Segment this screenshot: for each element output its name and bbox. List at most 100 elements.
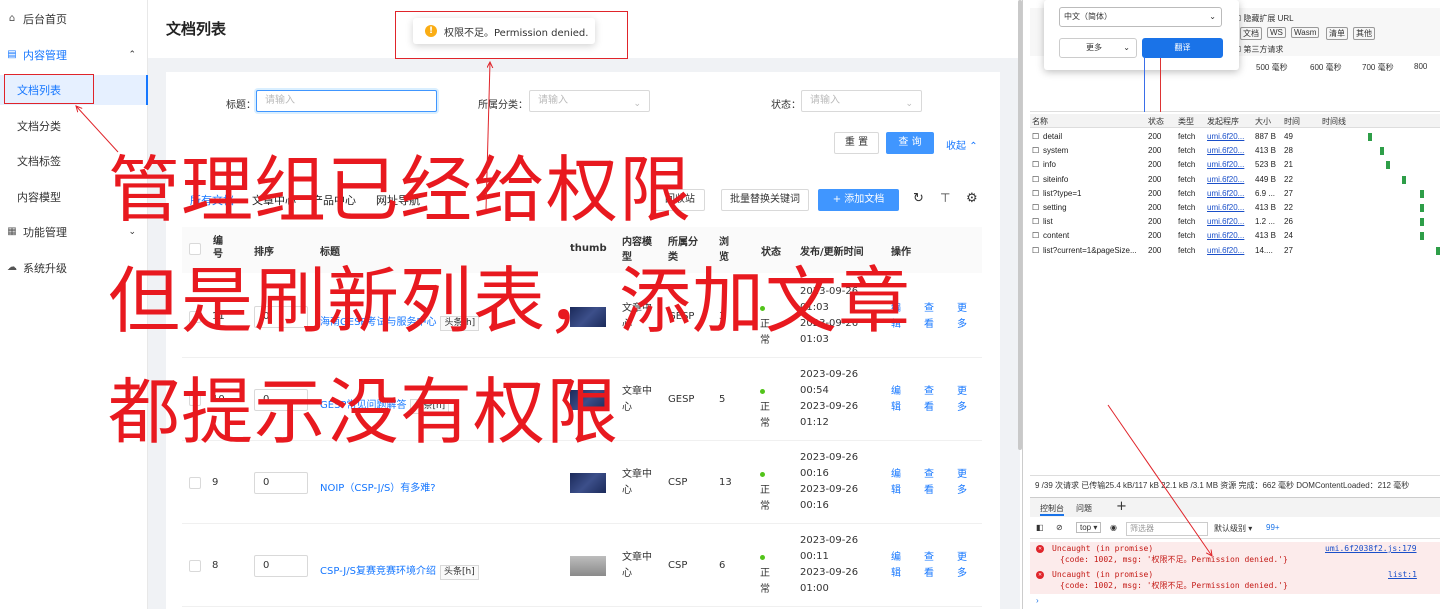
view-link[interactable]: 查看 xyxy=(924,550,936,582)
request-row[interactable]: ☐ setting 200 fetch umi.6f20... 413 B 22 xyxy=(1030,201,1440,215)
initiator-link[interactable]: umi.6f20... xyxy=(1207,146,1244,155)
filter-ws[interactable]: WS xyxy=(1267,27,1286,38)
request-row[interactable]: ☐ info 200 fetch umi.6f20... 523 B 21 xyxy=(1030,158,1440,172)
console-tab[interactable]: 控制台 xyxy=(1040,503,1064,516)
settings-icon[interactable]: ⚙ xyxy=(966,191,978,206)
request-row[interactable]: ☐ list 200 fetch umi.6f20... 1.2 ... 26 xyxy=(1030,215,1440,229)
row-checkbox[interactable] xyxy=(189,477,201,489)
request-row[interactable]: ☐ content 200 fetch umi.6f20... 413 B 24 xyxy=(1030,229,1440,243)
sort-input[interactable]: 0 xyxy=(254,555,308,577)
row-publish-time: 2023-09-26 00:16 xyxy=(800,452,859,479)
eye-icon[interactable]: ◉ xyxy=(1110,523,1117,532)
hide-ext-url-option[interactable]: ☐ 隐藏扩展 URL xyxy=(1234,13,1294,24)
annotation-text-2: 但是刷新列表，添加文章 xyxy=(108,259,912,343)
category-select[interactable]: 请输入 ⌄ xyxy=(529,90,650,112)
initiator-link[interactable]: umi.6f20... xyxy=(1207,175,1244,184)
level-select[interactable]: 默认级别 ▾ xyxy=(1214,523,1252,534)
clear-console-icon[interactable]: ⊘ xyxy=(1056,523,1063,532)
sidebar-item-doc-category[interactable]: 文档分类 xyxy=(0,111,148,141)
col-id[interactable]: 编号 xyxy=(213,235,227,261)
status-dot xyxy=(760,554,765,560)
sidebar-toggle-icon[interactable]: ◧ xyxy=(1036,523,1044,532)
edit-link[interactable]: 编辑 xyxy=(891,384,903,416)
request-checkbox: ☐ xyxy=(1032,188,1040,198)
reload-icon[interactable]: ↻ xyxy=(913,191,924,206)
title-input[interactable]: 请输入 xyxy=(256,90,437,112)
add-tab-icon[interactable]: + xyxy=(1116,499,1127,514)
col-waterfall[interactable]: 时间线 xyxy=(1322,116,1346,127)
request-checkbox: ☐ xyxy=(1032,231,1040,241)
view-link[interactable]: 查看 xyxy=(924,467,936,499)
console-error-1[interactable]: ✕ Uncaught (in promise) {code: 1002, msg… xyxy=(1030,542,1440,568)
sidebar-item-home[interactable]: ⌂ 后台首页 xyxy=(0,4,148,34)
add-doc-button[interactable]: + 添加文档 xyxy=(818,189,899,211)
reset-button[interactable]: 重 置 xyxy=(834,132,879,154)
row-checkbox[interactable] xyxy=(189,560,201,572)
console-filter-input[interactable]: 筛选器 xyxy=(1126,522,1208,536)
context-select[interactable]: top ▾ xyxy=(1076,522,1102,533)
request-row[interactable]: ☐ system 200 fetch umi.6f20... 413 B 28 xyxy=(1030,144,1440,158)
initiator-link[interactable]: umi.6f20... xyxy=(1207,231,1244,240)
col-initiator[interactable]: 发起程序 xyxy=(1207,116,1239,127)
row-publish-time: 2023-09-26 00:54 xyxy=(800,369,859,396)
initiator-link[interactable]: umi.6f20... xyxy=(1207,246,1244,255)
translate-more-button[interactable]: 更多 ⌄ xyxy=(1059,38,1137,58)
annotation-text-1: 管理组已经给权限 xyxy=(108,148,693,232)
filter-doc[interactable]: 文档 xyxy=(1240,27,1262,40)
collapse-link[interactable]: 收起 ⌃ xyxy=(946,137,978,152)
title-link[interactable]: CSP-J/S复赛竞赛环境介绍 xyxy=(320,566,436,577)
filter-other[interactable]: 其他 xyxy=(1353,27,1375,40)
third-party-option[interactable]: ☐ 第三方请求 xyxy=(1234,44,1283,55)
col-name[interactable]: 名称 xyxy=(1032,116,1048,127)
waterfall-bar xyxy=(1420,204,1424,212)
col-sort[interactable]: 排序 xyxy=(254,243,274,258)
console-error-2[interactable]: ✕ Uncaught (in promise) {code: 1002, msg… xyxy=(1030,568,1440,594)
select-all-checkbox[interactable] xyxy=(189,243,201,255)
col-type[interactable]: 类型 xyxy=(1178,116,1194,127)
request-name: setting xyxy=(1043,203,1067,212)
issues-tab[interactable]: 问题 xyxy=(1076,503,1092,514)
edit-link[interactable]: 编辑 xyxy=(891,467,903,499)
view-link[interactable]: 查看 xyxy=(924,301,936,333)
target-language-select[interactable]: 中文（简体） ⌄ xyxy=(1059,7,1222,27)
request-row[interactable]: ☐ list?type=1 200 fetch umi.6f20... 6.9 … xyxy=(1030,187,1440,201)
row-title: NOIP（CSP-J/S）有多难? xyxy=(320,476,436,495)
list-icon: ▤ xyxy=(7,49,17,60)
initiator-link[interactable]: umi.6f20... xyxy=(1207,132,1244,141)
status-dot xyxy=(760,388,765,394)
initiator-link[interactable]: umi.6f20... xyxy=(1207,217,1244,226)
row-update-time: 2023-09-26 00:16 xyxy=(800,484,859,511)
page-title: 文档列表 xyxy=(166,20,227,38)
sidebar-group-content[interactable]: ▤ 内容管理 ⌃ xyxy=(0,40,148,70)
initiator-link[interactable]: umi.6f20... xyxy=(1207,160,1244,169)
console-toolbar: ◧ ⊘ top ▾ ◉ 筛选器 默认级别 ▾ 99+ xyxy=(1030,519,1440,539)
search-button[interactable]: 查 询 xyxy=(886,132,934,154)
more-link[interactable]: 更多 xyxy=(957,301,969,333)
col-size[interactable]: 大小 xyxy=(1255,116,1271,127)
edit-link[interactable]: 编辑 xyxy=(891,550,903,582)
col-time[interactable]: 时间 xyxy=(1284,116,1300,127)
status-select[interactable]: 请输入 ⌄ xyxy=(801,90,922,112)
console-prompt[interactable]: › xyxy=(1036,596,1039,605)
replace-keywords-button[interactable]: 批量替换关键词 xyxy=(721,189,809,211)
more-link[interactable]: 更多 xyxy=(957,467,969,499)
more-link[interactable]: 更多 xyxy=(957,384,969,416)
translate-button[interactable]: 翻译 xyxy=(1142,38,1223,58)
request-row[interactable]: ☐ list?current=1&pageSize... 200 fetch u… xyxy=(1030,244,1440,258)
error-source-link[interactable]: umi.6f2038f2.js:179 xyxy=(1325,544,1417,553)
initiator-link[interactable]: umi.6f20... xyxy=(1207,203,1244,212)
more-link[interactable]: 更多 xyxy=(957,550,969,582)
request-checkbox: ☐ xyxy=(1032,146,1040,156)
view-link[interactable]: 查看 xyxy=(924,384,936,416)
col-status[interactable]: 状态 xyxy=(1148,116,1164,127)
filter-wasm[interactable]: Wasm xyxy=(1291,27,1320,38)
title-link[interactable]: NOIP（CSP-J/S）有多难? xyxy=(320,483,436,494)
initiator-link[interactable]: umi.6f20... xyxy=(1207,189,1244,198)
density-icon[interactable]: ⊤ xyxy=(940,191,950,205)
request-row[interactable]: ☐ siteinfo 200 fetch umi.6f20... 449 B 2… xyxy=(1030,173,1440,187)
error-source-link[interactable]: list:1 xyxy=(1388,570,1417,579)
sort-input[interactable]: 0 xyxy=(254,472,308,494)
filter-manifest[interactable]: 清单 xyxy=(1326,27,1348,40)
col-status: 状态 xyxy=(761,247,781,258)
request-row[interactable]: ☐ detail 200 fetch umi.6f20... 887 B 49 xyxy=(1030,130,1440,144)
